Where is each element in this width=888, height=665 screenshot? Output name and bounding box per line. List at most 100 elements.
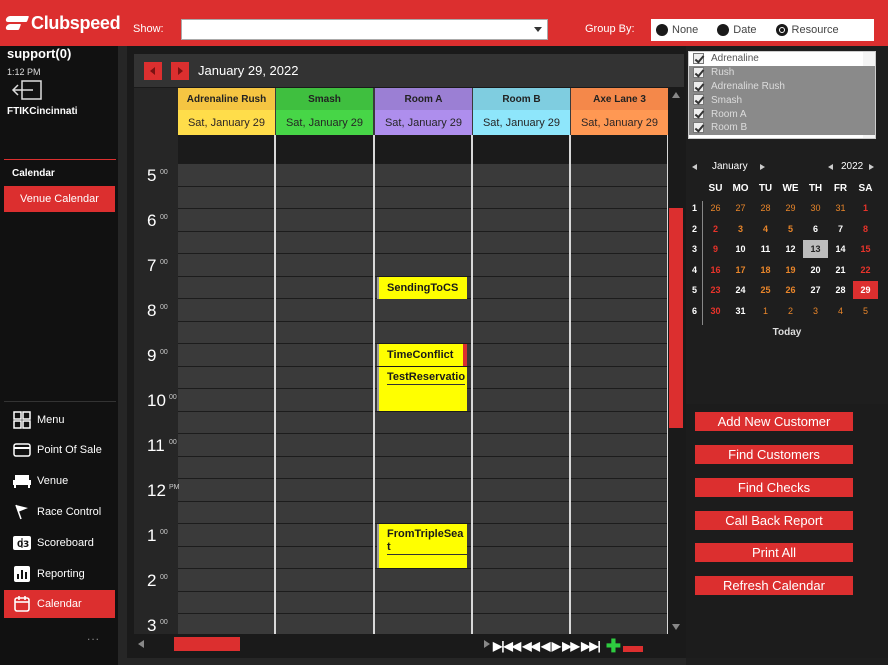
- calendar-day[interactable]: 8: [853, 220, 878, 238]
- calendar-day[interactable]: 29: [853, 281, 878, 299]
- nav-item-calendar[interactable]: Calendar: [4, 590, 115, 618]
- calendar-day[interactable]: 5: [853, 302, 878, 320]
- calendar-day[interactable]: 24: [728, 281, 753, 299]
- calendar-day[interactable]: 17: [728, 261, 753, 279]
- resource-column-header[interactable]: Smash: [276, 88, 373, 110]
- add-new-customer-button[interactable]: Add New Customer: [695, 412, 853, 431]
- calendar-day[interactable]: 18: [753, 261, 778, 279]
- resource-checkbox-item[interactable]: Adrenaline Rush: [689, 79, 875, 94]
- calendar-day[interactable]: 27: [728, 199, 753, 217]
- calendar-day[interactable]: 12: [778, 240, 803, 258]
- checkbox-checked-icon[interactable]: [693, 94, 704, 106]
- resource-column-header[interactable]: Room B: [473, 88, 570, 110]
- find-customers-button[interactable]: Find Customers: [695, 445, 853, 464]
- today-link[interactable]: Today: [686, 327, 888, 338]
- next-year-icon[interactable]: [869, 164, 874, 170]
- checkbox-checked-icon[interactable]: [693, 53, 704, 64]
- all-day-row[interactable]: [276, 135, 373, 163]
- reservation-event[interactable]: FromTripleSeat: [377, 524, 467, 568]
- resource-checkbox-item[interactable]: Room A: [689, 107, 875, 121]
- nav-item-scoreboard[interactable]: 03 Scoreboard: [4, 529, 115, 557]
- group-by-date-radio[interactable]: Date: [717, 24, 757, 36]
- calendar-day[interactable]: 15: [853, 240, 878, 258]
- calendar-day[interactable]: 25: [753, 281, 778, 299]
- calendar-day[interactable]: 16: [703, 261, 728, 279]
- calendar-day[interactable]: 3: [728, 220, 753, 238]
- previous-day-button[interactable]: [144, 62, 162, 80]
- calendar-day[interactable]: 20: [803, 261, 828, 279]
- next-month-icon[interactable]: [760, 164, 765, 170]
- pager-navigation[interactable]: ▶|◀◀ ◀◀ ◀ ▶ ▶▶ ▶▶|: [493, 639, 601, 653]
- print-all-button[interactable]: Print All: [695, 543, 853, 562]
- calendar-day[interactable]: 22: [853, 261, 878, 279]
- calendar-day[interactable]: 30: [703, 302, 728, 320]
- calendar-day[interactable]: 14: [828, 240, 853, 258]
- call-back-report-button[interactable]: Call Back Report: [695, 511, 853, 530]
- nav-item-menu[interactable]: Menu: [4, 406, 115, 434]
- scroll-thumb[interactable]: [174, 637, 240, 651]
- reservation-event[interactable]: TestReservatio: [377, 366, 467, 411]
- resource-column-header[interactable]: Adrenaline Rush: [178, 88, 275, 110]
- calendar-day[interactable]: 5: [778, 220, 803, 238]
- calendar-day[interactable]: 9: [703, 240, 728, 258]
- horizontal-scrollbar[interactable]: [134, 636, 494, 652]
- venue-calendar-button[interactable]: Venue Calendar: [4, 186, 115, 212]
- scroll-left-icon[interactable]: [138, 640, 144, 648]
- logout-icon[interactable]: [11, 80, 43, 100]
- calendar-day[interactable]: 31: [728, 302, 753, 320]
- resource-checkbox-item[interactable]: Room B: [689, 120, 875, 135]
- calendar-day[interactable]: 2: [703, 220, 728, 238]
- nav-item-point-of-sale[interactable]: Point Of Sale: [4, 436, 115, 464]
- calendar-day[interactable]: 30: [803, 199, 828, 217]
- calendar-day[interactable]: 7: [828, 220, 853, 238]
- calendar-day[interactable]: 4: [828, 302, 853, 320]
- find-checks-button[interactable]: Find Checks: [695, 478, 853, 497]
- calendar-day[interactable]: 29: [778, 199, 803, 217]
- all-day-row[interactable]: [571, 135, 668, 163]
- calendar-day[interactable]: 26: [703, 199, 728, 217]
- scroll-up-icon[interactable]: [672, 92, 680, 98]
- calendar-day[interactable]: 19: [778, 261, 803, 279]
- next-day-button[interactable]: [171, 62, 189, 80]
- scroll-thumb[interactable]: [669, 208, 683, 428]
- nav-item-reporting[interactable]: Reporting: [4, 560, 115, 588]
- calendar-day[interactable]: 3: [803, 302, 828, 320]
- calendar-day[interactable]: 1: [753, 302, 778, 320]
- show-dropdown[interactable]: [181, 19, 548, 40]
- vertical-scrollbar[interactable]: [668, 88, 684, 634]
- nav-item-venue[interactable]: Venue: [4, 467, 115, 495]
- calendar-day[interactable]: 31: [828, 199, 853, 217]
- calendar-day[interactable]: 10: [728, 240, 753, 258]
- nav-item-race-control[interactable]: Race Control: [4, 498, 115, 526]
- scroll-down-icon[interactable]: [672, 624, 680, 630]
- checkbox-checked-icon[interactable]: [693, 121, 704, 133]
- scroll-right-icon[interactable]: [484, 640, 490, 648]
- previous-month-icon[interactable]: [692, 164, 697, 170]
- all-day-row[interactable]: [375, 135, 472, 163]
- checkbox-checked-icon[interactable]: [693, 66, 704, 78]
- calendar-day[interactable]: 6: [803, 220, 828, 238]
- calendar-day[interactable]: 11: [753, 240, 778, 258]
- calendar-day[interactable]: 27: [803, 281, 828, 299]
- calendar-day[interactable]: 4: [753, 220, 778, 238]
- calendar-day[interactable]: 28: [753, 199, 778, 217]
- reservation-event[interactable]: SendingToCS: [377, 276, 467, 299]
- reservation-event[interactable]: TimeConflict: [377, 344, 467, 366]
- checkbox-checked-icon[interactable]: [693, 80, 704, 92]
- group-by-resource-radio[interactable]: Resource: [775, 24, 839, 36]
- resource-column-header[interactable]: Axe Lane 3: [571, 88, 668, 110]
- checkbox-checked-icon[interactable]: [693, 108, 704, 120]
- schedule-grid[interactable]: Adrenaline Rush Sat, January 29 Smash Sat, …: [134, 88, 668, 634]
- all-day-row[interactable]: [473, 135, 570, 163]
- add-icon[interactable]: ✚: [606, 636, 621, 657]
- resource-checkbox-item[interactable]: Adrenaline: [689, 52, 875, 66]
- calendar-day[interactable]: 2: [778, 302, 803, 320]
- calendar-day[interactable]: 13: [803, 240, 828, 258]
- calendar-day[interactable]: 1: [853, 199, 878, 217]
- calendar-day[interactable]: 28: [828, 281, 853, 299]
- calendar-day[interactable]: 23: [703, 281, 728, 299]
- refresh-calendar-button[interactable]: Refresh Calendar: [695, 576, 853, 595]
- remove-icon[interactable]: ▬: [623, 635, 643, 658]
- resource-checkbox-item[interactable]: Smash: [689, 93, 875, 108]
- resource-checkbox-item[interactable]: Rush: [689, 65, 875, 80]
